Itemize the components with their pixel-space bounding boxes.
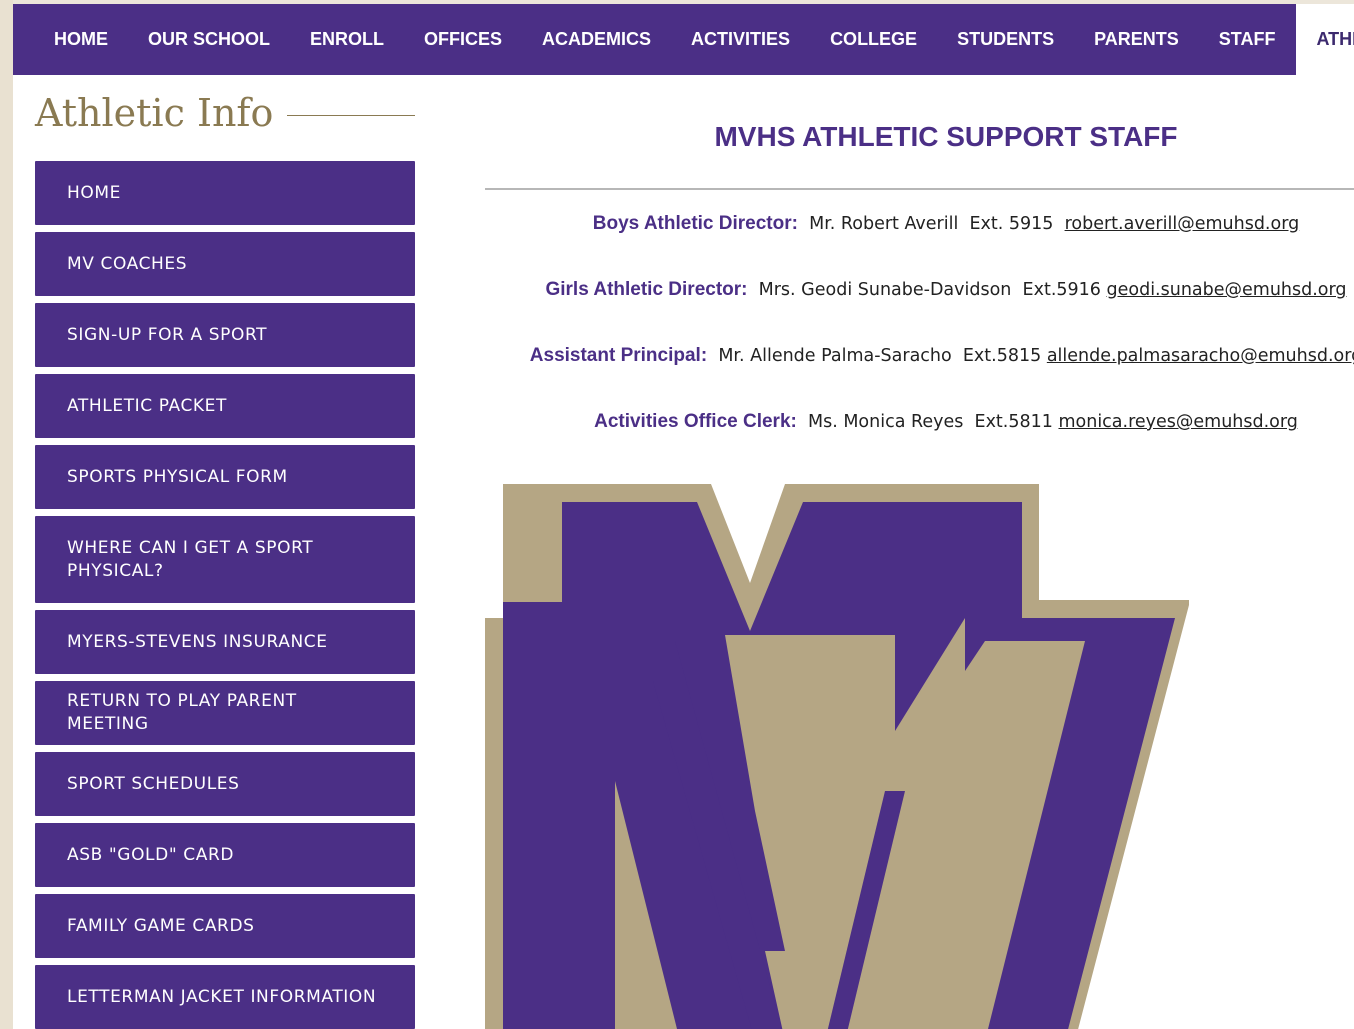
- heading-divider: [485, 188, 1354, 190]
- main-content: MVHS ATHLETIC SUPPORT STAFF Boys Athleti…: [485, 75, 1354, 1029]
- sidebar-item-sports-physical-form[interactable]: SPORTS PHYSICAL FORM: [35, 445, 415, 509]
- staff-row: Boys Athletic Director: Mr. Robert Averi…: [485, 213, 1354, 235]
- sidebar-item-asb-gold-card[interactable]: ASB "GOLD" CARD: [35, 823, 415, 887]
- staff-name: Mr. Robert Averill: [809, 214, 959, 234]
- staff-role: Boys Athletic Director:: [592, 213, 798, 234]
- sidebar-item-home[interactable]: HOME: [35, 161, 415, 225]
- nav-our-school[interactable]: OUR SCHOOL: [128, 4, 290, 75]
- staff-name: Ms. Monica Reyes: [807, 412, 964, 432]
- staff-ext: Ext.5811: [974, 412, 1053, 432]
- nav-staff[interactable]: STAFF: [1199, 4, 1296, 75]
- staff-email-link[interactable]: robert.averill@emuhsd.org: [1065, 214, 1300, 234]
- nav-enroll[interactable]: ENROLL: [290, 4, 404, 75]
- staff-ext: Ext. 5915: [969, 214, 1054, 234]
- title-divider: [287, 114, 415, 116]
- sidebar-title: Athletic Info: [35, 88, 415, 138]
- nav-parents[interactable]: PARENTS: [1074, 4, 1199, 75]
- staff-role: Activities Office Clerk:: [594, 411, 797, 432]
- mv-logo-icon: [485, 484, 1189, 1029]
- nav-students[interactable]: STUDENTS: [937, 4, 1074, 75]
- sidebar-item-return-to-play[interactable]: RETURN TO PLAY PARENT MEETING: [35, 681, 415, 745]
- nav-college[interactable]: COLLEGE: [810, 4, 937, 75]
- staff-role: Assistant Principal:: [529, 345, 708, 366]
- staff-role: Girls Athletic Director:: [545, 279, 748, 300]
- sidebar-title-text: Athletic Info: [35, 91, 274, 135]
- page-heading: MVHS ATHLETIC SUPPORT STAFF: [714, 121, 1178, 152]
- sidebar-item-letterman-jacket[interactable]: LETTERMAN JACKET INFORMATION: [35, 965, 415, 1029]
- staff-name: Mr. Allende Palma-Saracho: [718, 346, 952, 366]
- nav-academics[interactable]: ACADEMICS: [522, 4, 671, 75]
- staff-row: Assistant Principal: Mr. Allende Palma-S…: [485, 345, 1354, 367]
- sidebar-item-family-game-cards[interactable]: FAMILY GAME CARDS: [35, 894, 415, 958]
- sidebar-item-sport-schedules[interactable]: SPORT SCHEDULES: [35, 752, 415, 816]
- staff-row: Girls Athletic Director: Mrs. Geodi Suna…: [485, 279, 1354, 301]
- nav-athletics[interactable]: ATHLETICS: [1296, 4, 1354, 75]
- top-navigation: HOME OUR SCHOOL ENROLL OFFICES ACADEMICS…: [13, 4, 1354, 75]
- staff-name: Mrs. Geodi Sunabe-Davidson: [758, 280, 1012, 300]
- sidebar-item-where-physical[interactable]: WHERE CAN I GET A SPORT PHYSICAL?: [35, 516, 415, 603]
- nav-home[interactable]: HOME: [13, 4, 128, 75]
- staff-ext: Ext.5916: [1022, 280, 1101, 300]
- sidebar-item-athletic-packet[interactable]: ATHLETIC PACKET: [35, 374, 415, 438]
- sidebar-item-insurance[interactable]: MYERS-STEVENS INSURANCE: [35, 610, 415, 674]
- sidebar-menu: HOME MV COACHES SIGN-UP FOR A SPORT ATHL…: [35, 161, 415, 1029]
- staff-email-link[interactable]: allende.palmasaracho@emuhsd.org: [1047, 346, 1354, 366]
- staff-email-link[interactable]: geodi.sunabe@emuhsd.org: [1107, 280, 1347, 300]
- nav-offices[interactable]: OFFICES: [404, 4, 522, 75]
- staff-row: Activities Office Clerk: Ms. Monica Reye…: [485, 411, 1354, 433]
- sidebar-item-mv-coaches[interactable]: MV COACHES: [35, 232, 415, 296]
- nav-activities[interactable]: ACTIVITIES: [671, 4, 810, 75]
- staff-email-link[interactable]: monica.reyes@emuhsd.org: [1058, 412, 1297, 432]
- page: HOME OUR SCHOOL ENROLL OFFICES ACADEMICS…: [13, 0, 1354, 1029]
- sidebar-item-sign-up[interactable]: SIGN-UP FOR A SPORT: [35, 303, 415, 367]
- staff-ext: Ext.5815: [962, 346, 1042, 366]
